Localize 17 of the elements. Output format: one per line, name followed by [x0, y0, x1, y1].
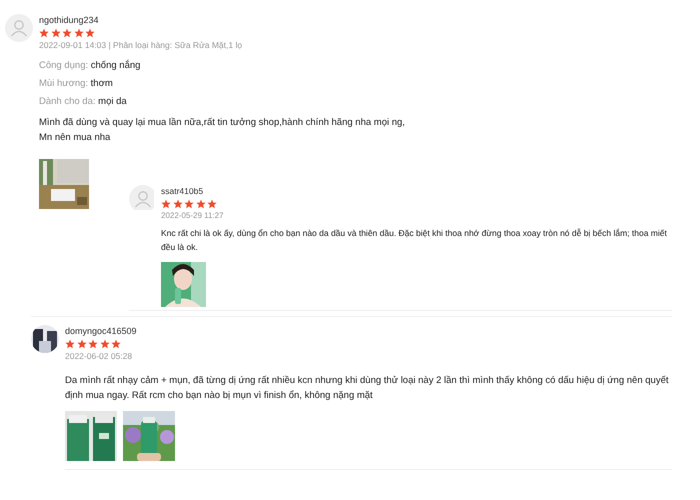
review-text: Da mình rất nhạy cảm + mụn, đã từng dị ứng rất nhiều kcn nhưng khi dùng thử loại này 2 lần thì mình thấy không có dấu hiệu dị ứng nên quyết định mua ngay. Rất rcm cho bạn nào bị mụn vì finish ổn, không nặng mặt [65, 374, 670, 403]
attribute-label: Dành cho da: [39, 96, 96, 107]
attribute-label: Công dụng: [39, 60, 88, 71]
attribute-value: mọi da [98, 96, 127, 107]
avatar-icon [5, 14, 33, 42]
username: ssatr410b5 [161, 186, 204, 196]
review-text: Knc rất chi là ok ấy, dùng ổn cho bạn nào da dầu và thiên dầu. Đặc biệt khi thoa nhớ đừng thoa xoay tròn nó dễ bị bếch lắm; thoa miết đều là ok. [161, 227, 668, 254]
review-date: 2022-09-01 14:03 | Phân loại hàng: Sữa Rửa Mặt,1 lọ [39, 40, 244, 50]
avatar-icon [129, 185, 154, 210]
attribute-label: Mùi hương: [39, 78, 88, 89]
review-text: Mình đã dùng và quay lại mua lần nữa,rất tin tưởng shop,hành chính hãng nha mọi ng, Mn nên mua nha [39, 116, 406, 145]
username: domyngoc416509 [65, 326, 138, 336]
attribute-value: thơm [90, 78, 113, 89]
review-date: 2022-05-29 11:27 [161, 211, 225, 220]
username: ngothidung234 [39, 15, 100, 25]
review-date: 2022-06-02 05:28 [65, 351, 134, 361]
attribute-value: chống nắng [90, 60, 140, 71]
